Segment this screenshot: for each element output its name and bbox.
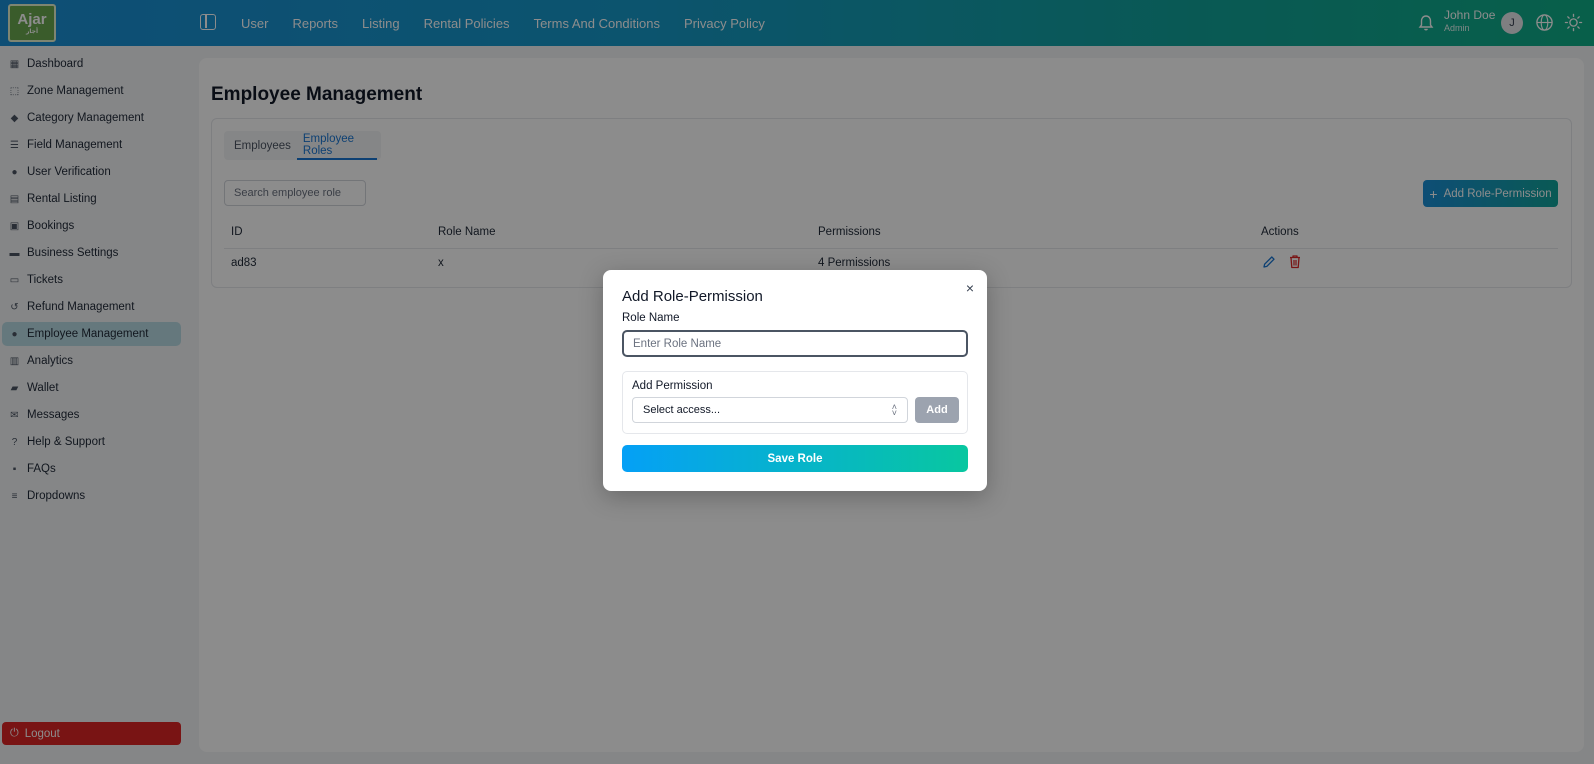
add-permission-button[interactable]: Add xyxy=(915,397,959,423)
permission-box: Add Permission Select access... ˄ ˅ Add xyxy=(622,371,968,434)
role-name-field[interactable] xyxy=(622,330,968,357)
access-select-value: Select access... xyxy=(643,404,721,416)
role-name-label: Role Name xyxy=(622,312,680,324)
add-role-permission-modal: Add Role-Permission × Role Name Add Perm… xyxy=(603,270,987,491)
save-role-button[interactable]: Save Role xyxy=(622,445,968,472)
modal-title: Add Role-Permission xyxy=(622,288,763,305)
add-permission-label: Add Permission xyxy=(632,380,713,392)
chevron-up-down-icon: ˄ ˅ xyxy=(891,401,897,418)
access-select[interactable]: Select access... ˄ ˅ xyxy=(632,397,908,423)
close-icon[interactable]: × xyxy=(966,280,974,296)
